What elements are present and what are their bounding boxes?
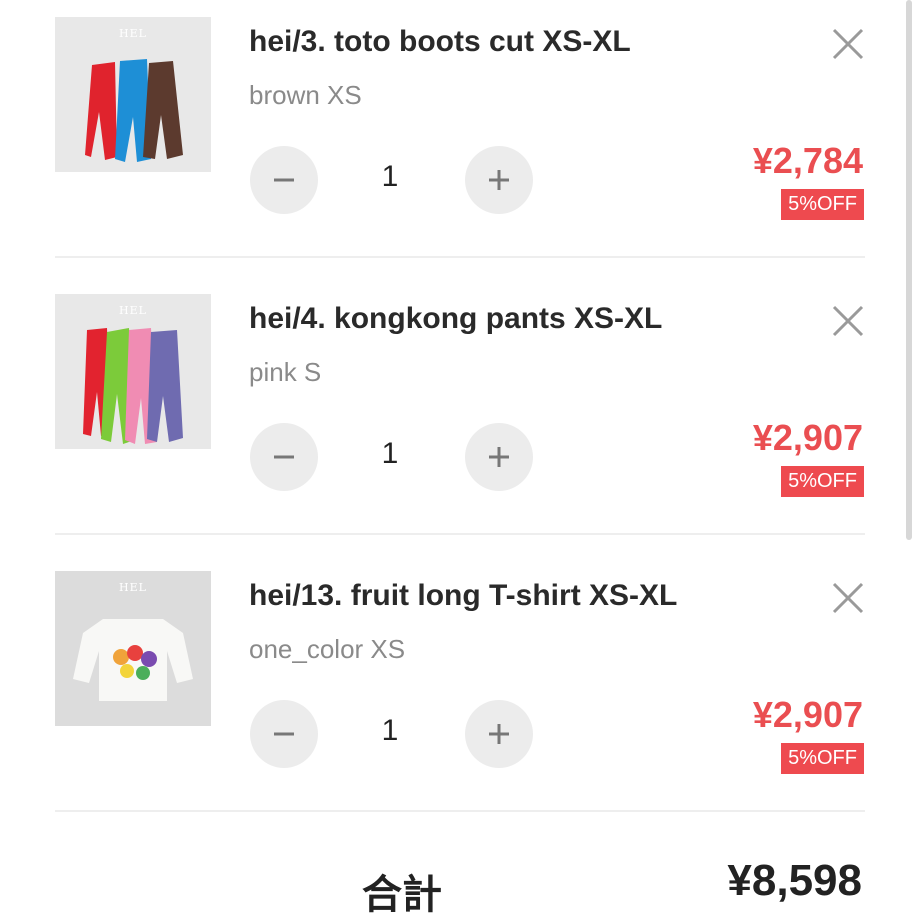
remove-item-button[interactable] [830,26,866,62]
decrease-quantity-button[interactable] [250,423,318,491]
plus-icon [489,724,509,744]
product-variant: one_color XS [249,634,406,664]
product-title[interactable]: hei/13. fruit long T-shirt XS-XL [249,579,677,613]
minus-icon [274,732,294,736]
cart-item: HEL hei/4. kongkong pants XS-XL pink S 1… [0,277,920,553]
increase-quantity-button[interactable] [465,146,533,214]
remove-item-button[interactable] [830,303,866,339]
brand-mark: HEL [119,304,147,317]
plus-icon [489,447,509,467]
discount-badge: 5%OFF [781,189,864,220]
remove-item-button[interactable] [830,580,866,616]
item-price: ¥2,784 [752,140,863,181]
close-icon [832,582,864,614]
increase-quantity-button[interactable] [465,700,533,768]
close-icon [832,305,864,337]
discount-badge: 5%OFF [781,466,864,497]
product-title[interactable]: hei/4. kongkong pants XS-XL [249,302,662,336]
product-title[interactable]: hei/3. toto boots cut XS-XL [249,25,631,59]
total-label: 合計 [362,873,442,917]
item-price: ¥2,907 [752,694,863,735]
decrease-quantity-button[interactable] [250,700,318,768]
item-price: ¥2,907 [752,417,863,458]
discount-badge: 5%OFF [781,743,864,774]
close-icon [832,28,864,60]
decrease-quantity-button[interactable] [250,146,318,214]
brand-mark: HEL [119,581,147,594]
divider [55,533,865,535]
total-value: ¥8,598 [727,856,862,905]
divider [55,256,865,258]
cart-item: HEL hei/3. toto boots cut XS-XL brown XS… [0,0,920,276]
brand-mark: HEL [119,27,147,40]
quantity-value: 1 [381,160,399,193]
quantity-value: 1 [381,714,399,747]
divider [55,810,865,812]
cart-item: HEL hei/13. fruit long T-shirt XS-XL one… [0,554,920,830]
plus-icon [489,170,509,190]
product-image[interactable]: HEL [55,571,211,726]
product-variant: brown XS [249,80,362,110]
minus-icon [274,178,294,182]
quantity-value: 1 [381,437,399,470]
product-variant: pink S [249,357,322,387]
product-image[interactable]: HEL [55,294,211,449]
increase-quantity-button[interactable] [465,423,533,491]
product-image[interactable]: HEL [55,17,211,172]
minus-icon [274,455,294,459]
